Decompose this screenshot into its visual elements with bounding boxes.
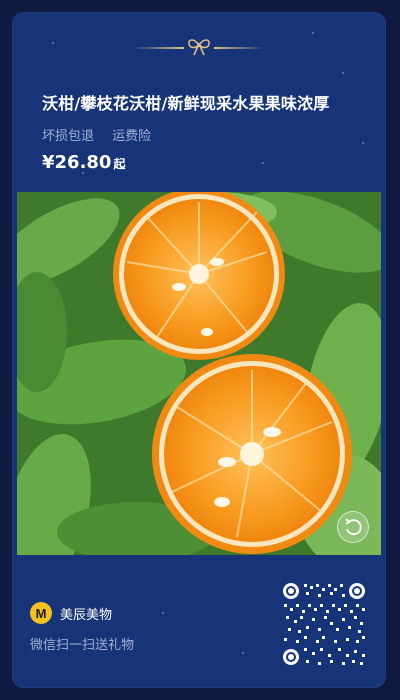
- scan-hint: 微信扫一扫送礼物: [30, 638, 135, 653]
- bow-decoration: [132, 38, 266, 58]
- product-title: 沃柑/攀枝花沃柑/新鲜现采水果果味浓厚: [42, 94, 330, 113]
- gift-card: 沃柑/攀枝花沃柑/新鲜现采水果果味浓厚 坏损包退 运费险 ¥26.80 起 M …: [12, 12, 386, 688]
- tag-damage-refund: 坏损包退: [42, 129, 95, 144]
- price-amount: ¥26.80: [42, 152, 112, 173]
- orange-photo: [17, 192, 381, 555]
- service-tags: 坏损包退 运费险: [42, 125, 165, 144]
- rotate-icon: [345, 518, 362, 536]
- product-price: ¥26.80 起: [42, 152, 125, 173]
- brand: M 美辰美物: [30, 602, 112, 624]
- qr-code[interactable]: [282, 582, 366, 666]
- price-suffix: 起: [113, 157, 126, 171]
- tag-shipping-insurance: 运费险: [112, 129, 152, 144]
- bow-icon: [188, 39, 210, 56]
- rotate-button[interactable]: [337, 511, 369, 543]
- product-photo[interactable]: [17, 192, 381, 555]
- brand-logo: M: [30, 602, 52, 624]
- brand-name: 美辰美物: [60, 607, 113, 623]
